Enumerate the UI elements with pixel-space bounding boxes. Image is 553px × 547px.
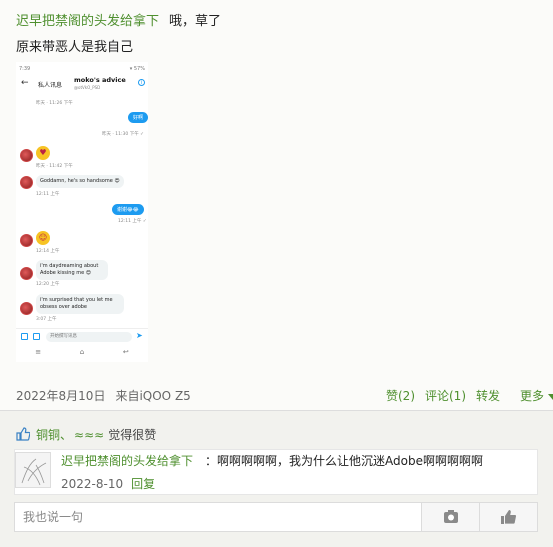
camera-icon bbox=[444, 510, 458, 523]
liker-link[interactable]: ≈≈≈ bbox=[74, 428, 104, 442]
post-line-1: 迟早把禁阁的头发给拿下 哦，草了 bbox=[16, 10, 221, 29]
post-source: 来自iQOO Z5 bbox=[115, 389, 191, 403]
post: 迟早把禁阁的头发给拿下 哦，草了 原来带恶人是我自己 7:39 ▾ 57% ← 私… bbox=[0, 0, 553, 410]
back-arrow-icon: ← bbox=[21, 78, 29, 88]
likes-text: 觉得很赞 bbox=[108, 428, 157, 442]
msg-time: 昨天 · 11:42 下午 bbox=[36, 164, 73, 169]
post-text-2: 原来带恶人是我自己 bbox=[16, 40, 134, 55]
menu-icon: ≡ bbox=[35, 348, 42, 356]
home-icon: ⌂ bbox=[79, 348, 85, 356]
msg-out: 好啊 bbox=[128, 112, 148, 123]
thumbs-up-icon bbox=[16, 427, 30, 441]
gif-icon bbox=[33, 333, 40, 340]
divider bbox=[0, 410, 553, 411]
reply-link[interactable]: 回复 bbox=[131, 477, 155, 491]
post-date[interactable]: 2022年8月10日 bbox=[16, 389, 105, 403]
post-image-screenshot[interactable]: 7:39 ▾ 57% ← 私人讯息 moko's advice @otVkO_P… bbox=[16, 62, 148, 362]
info-icon: i bbox=[138, 79, 145, 86]
more-label: 更多 bbox=[520, 389, 545, 403]
reply-bar bbox=[14, 502, 538, 532]
more-button[interactable]: 更多 bbox=[510, 389, 553, 403]
image-icon bbox=[21, 333, 28, 340]
post-text-1: 哦，草了 bbox=[169, 14, 222, 29]
comment-author-link[interactable]: 迟早把禁阁的头发给拿下 bbox=[61, 452, 193, 469]
msg-time: 12:14 上午 bbox=[36, 249, 60, 254]
likes-line: 铜铜、 ≈≈≈ 觉得很赞 bbox=[16, 426, 156, 443]
comment-date: 2022-8-10 bbox=[61, 477, 124, 491]
post-date-line: 2022年8月10日 来自iQOO Z5 bbox=[16, 387, 191, 404]
avatar bbox=[20, 149, 33, 162]
heart-eyes-emoji-icon: ♥ bbox=[36, 146, 50, 160]
msg-in: i'm daydreaming about Adobe kissing me 😍 bbox=[36, 260, 108, 280]
comment-text: ：啊啊啊啊啊，我为什么让他沉迷Adobe啊啊啊啊啊 bbox=[205, 454, 483, 468]
comment-meta: 2022-8-10 回复 bbox=[61, 475, 155, 492]
avatar bbox=[20, 267, 33, 280]
comment-button[interactable]: 评论(1) bbox=[425, 389, 466, 403]
status-battery: ▾ 57% bbox=[129, 66, 145, 72]
status-time: 7:39 bbox=[19, 66, 31, 72]
camera-button[interactable] bbox=[421, 503, 479, 531]
smiling-emoji-icon: ☺ bbox=[36, 231, 50, 245]
phone-status-bar: 7:39 ▾ 57% bbox=[19, 66, 145, 72]
msg-time: 12:11 上午 ✓ bbox=[118, 219, 147, 224]
avatar bbox=[20, 234, 33, 247]
dm-compose: 开始撰写讯息 ➤ bbox=[16, 328, 148, 344]
post-author-link[interactable]: 迟早把禁阁的头发给拿下 bbox=[16, 14, 159, 29]
avatar-sketch-icon bbox=[21, 458, 47, 486]
chevron-down-icon bbox=[548, 393, 553, 400]
phone-nav-bar: ≡ ⌂ ↩ bbox=[16, 348, 148, 360]
post-actions: 赞(2) 评论(1) 转发 更多 bbox=[376, 387, 553, 404]
msg-time: 昨天 · 11:26 下午 bbox=[36, 101, 73, 106]
msg-out: 谢谢😂😂 bbox=[112, 204, 144, 215]
avatar bbox=[20, 302, 33, 315]
like-reply-button[interactable] bbox=[479, 503, 537, 531]
send-icon: ➤ bbox=[136, 331, 143, 340]
dm-username: moko's advice bbox=[74, 76, 126, 84]
dm-compose-input: 开始撰写讯息 bbox=[46, 332, 132, 342]
like-button[interactable]: 赞(2) bbox=[386, 389, 415, 403]
msg-time: 12:11 上午 bbox=[36, 192, 60, 197]
repost-button[interactable]: 转发 bbox=[476, 389, 500, 403]
comment-item: 迟早把禁阁的头发给拿下 ：啊啊啊啊啊，我为什么让他沉迷Adobe啊啊啊啊啊 20… bbox=[14, 449, 538, 495]
dm-title: 私人讯息 bbox=[38, 82, 63, 89]
dm-header: ← 私人讯息 moko's advice @otVkO_PSD i bbox=[16, 76, 148, 94]
back-icon: ↩ bbox=[122, 348, 129, 356]
thumbs-up-icon bbox=[501, 510, 517, 524]
dm-handle: @otVkO_PSD bbox=[74, 85, 101, 90]
comment-avatar[interactable] bbox=[15, 452, 51, 488]
msg-time: 昨天 · 11:30 下午 ✓ bbox=[102, 132, 144, 137]
liker-link[interactable]: 铜铜、 bbox=[36, 428, 72, 442]
msg-in: Goddamn, he's so handsome 😍 bbox=[36, 175, 124, 188]
avatar bbox=[20, 176, 33, 189]
reply-input[interactable] bbox=[15, 503, 421, 531]
msg-time: 12:20 上午 bbox=[36, 282, 60, 287]
msg-in: i'm surprised that you let me obsess ove… bbox=[36, 294, 124, 314]
msg-time: 3:07 上午 bbox=[36, 317, 57, 322]
